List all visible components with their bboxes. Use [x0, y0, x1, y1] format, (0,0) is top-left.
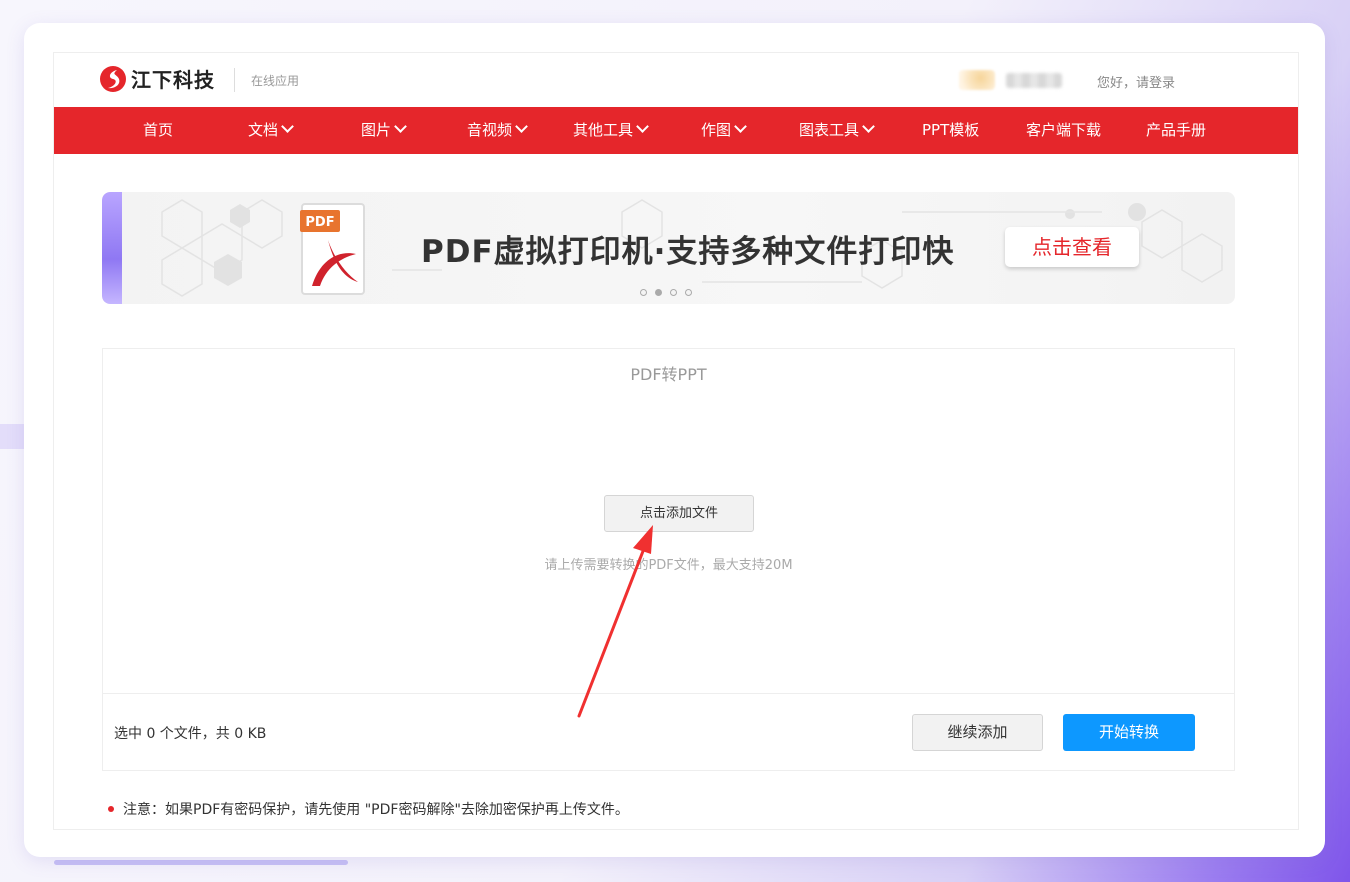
nav-item-label: 首页: [143, 121, 174, 139]
nav-item-documents[interactable]: 文档: [248, 107, 294, 154]
browser-card: 江下科技 在线应用 您好，请登录 首页 文档 图片 音视频 其他工具 作图 图表…: [24, 23, 1325, 857]
password-notice: 注意：如果PDF有密码保护，请先使用 "PDF密码解除"去除加密保护再上传文件。: [108, 799, 629, 819]
nav-item-ppt-templates[interactable]: PPT模板: [922, 107, 979, 154]
converter-panel: PDF转PPT 点击添加文件 请上传需要转换的PDF文件，最大支持20M 选中 …: [102, 348, 1235, 771]
promo-banner[interactable]: PDF PDF虚拟打印机·支持多种文件打印快 点击查看: [102, 192, 1235, 304]
carousel-dot[interactable]: [670, 289, 677, 296]
nav-item-other-tools[interactable]: 其他工具: [573, 107, 649, 154]
header-divider: [234, 68, 235, 92]
main-nav: 首页 文档 图片 音视频 其他工具 作图 图表工具 PPT模板 客户端下载 产品…: [54, 107, 1298, 154]
nav-item-label: 产品手册: [1146, 121, 1207, 139]
nav-item-label: 文档: [248, 121, 279, 139]
chevron-down-icon: [394, 120, 407, 133]
chevron-down-icon: [636, 120, 649, 133]
chevron-down-icon: [734, 120, 747, 133]
chevron-down-icon: [281, 120, 294, 133]
start-convert-button[interactable]: 开始转换: [1063, 714, 1195, 751]
brand-subtitle: 在线应用: [251, 74, 300, 88]
nav-item-label: 客户端下载: [1026, 121, 1102, 139]
carousel-dot-active[interactable]: [655, 289, 662, 296]
nav-item-home[interactable]: 首页: [143, 107, 173, 154]
page-frame: 江下科技 在线应用 您好，请登录 首页 文档 图片 音视频 其他工具 作图 图表…: [53, 52, 1299, 830]
nav-item-label: 图表工具: [799, 121, 860, 139]
file-selection-status: 选中 0 个文件，共 0 KB: [114, 726, 267, 742]
chevron-down-icon: [862, 120, 875, 133]
carousel-dot[interactable]: [685, 289, 692, 296]
converter-footer: 选中 0 个文件，共 0 KB 继续添加 开始转换: [103, 693, 1234, 771]
nav-item-label: 其他工具: [573, 121, 634, 139]
site-header: 江下科技 在线应用 您好，请登录: [54, 53, 1298, 106]
brand-logo-icon: [100, 65, 126, 92]
nav-item-label: PPT模板: [922, 121, 980, 139]
nav-item-label: 音视频: [467, 121, 513, 139]
banner-accent: [102, 192, 122, 304]
banner-view-button[interactable]: 点击查看: [1005, 227, 1139, 267]
nav-item-chart-tools[interactable]: 图表工具: [799, 107, 875, 154]
user-name-redacted: [1006, 73, 1062, 88]
nav-item-product-manual[interactable]: 产品手册: [1146, 107, 1206, 154]
notice-text: 注意：如果PDF有密码保护，请先使用 "PDF密码解除"去除加密保护再上传文件。: [123, 802, 629, 818]
nav-item-images[interactable]: 图片: [361, 107, 407, 154]
nav-item-audio-video[interactable]: 音视频: [467, 107, 528, 154]
brand-name: 江下科技: [131, 68, 215, 92]
banner-title: PDF虚拟打印机·支持多种文件打印快: [421, 234, 955, 270]
nav-item-client-download[interactable]: 客户端下载: [1026, 107, 1101, 154]
converter-title: PDF转PPT: [630, 365, 707, 384]
login-link[interactable]: 您好，请登录: [1097, 72, 1175, 91]
nav-item-label: 作图: [701, 121, 732, 139]
nav-item-drawing[interactable]: 作图: [701, 107, 747, 154]
chevron-down-icon: [515, 120, 528, 133]
carousel-dot[interactable]: [640, 289, 647, 296]
add-file-button[interactable]: 点击添加文件: [604, 495, 754, 532]
background-side-tab: [0, 424, 24, 449]
carousel-dots: [640, 289, 692, 296]
bullet-icon: [108, 806, 114, 812]
continue-add-button[interactable]: 继续添加: [912, 714, 1043, 751]
upload-hint: 请上传需要转换的PDF文件，最大支持20M: [544, 558, 793, 573]
brand-logo[interactable]: 江下科技: [99, 64, 215, 93]
pdf-file-icon: PDF: [300, 203, 365, 295]
pdf-icon-label: PDF: [305, 215, 334, 230]
nav-item-label: 图片: [361, 121, 392, 139]
user-avatar[interactable]: [959, 70, 995, 90]
background-scroll-indicator: [54, 860, 348, 865]
